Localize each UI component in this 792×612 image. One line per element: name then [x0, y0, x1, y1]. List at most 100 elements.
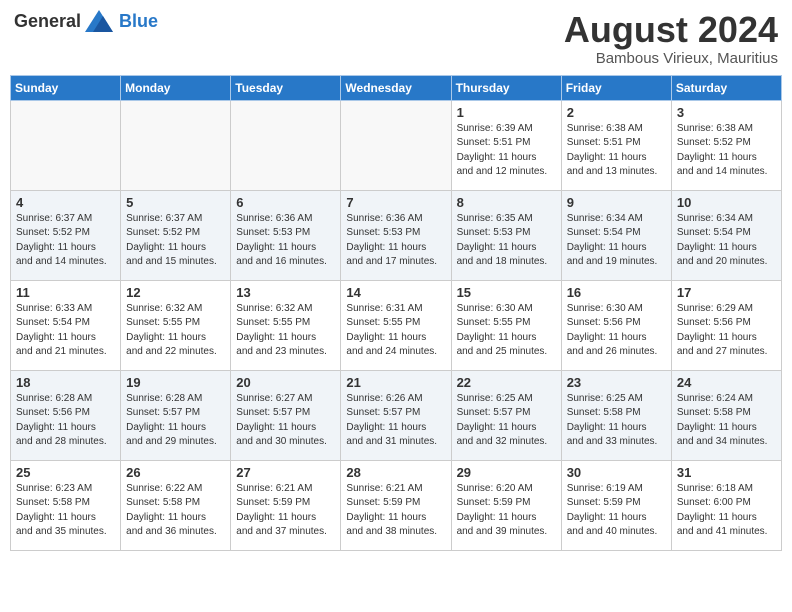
month-year: August 2024: [564, 10, 778, 50]
day-cell: 15Sunrise: 6:30 AMSunset: 5:55 PMDayligh…: [451, 280, 561, 370]
day-number: 27: [236, 465, 335, 480]
col-header-thursday: Thursday: [451, 75, 561, 100]
day-number: 21: [346, 375, 445, 390]
day-info: Sunrise: 6:29 AMSunset: 5:56 PMDaylight:…: [677, 302, 776, 360]
day-info: Sunrise: 6:25 AMSunset: 5:57 PMDaylight:…: [457, 392, 556, 450]
day-number: 28: [346, 465, 445, 480]
day-cell: 7Sunrise: 6:36 AMSunset: 5:53 PMDaylight…: [341, 190, 451, 280]
day-number: 20: [236, 375, 335, 390]
day-info: Sunrise: 6:37 AMSunset: 5:52 PMDaylight:…: [16, 212, 115, 270]
logo-icon: [85, 10, 113, 32]
header-row: SundayMondayTuesdayWednesdayThursdayFrid…: [11, 75, 782, 100]
day-cell: 8 Sunrise: 6:35 AMSunset: 5:53 PMDaylight…: [451, 190, 561, 280]
title-block: August 2024 Bambous Virieux, Mauritius: [564, 10, 778, 67]
logo: General Blue: [14, 10, 158, 32]
day-number: 14: [346, 285, 445, 300]
day-cell: 10Sunrise: 6:34 AMSunset: 5:54 PMDayligh…: [671, 190, 781, 280]
day-info: Sunrise: 6:34 AMSunset: 5:54 PMDaylight:…: [677, 212, 776, 270]
day-info: Sunrise: 6:38 AMSunset: 5:51 PMDaylight:…: [567, 122, 666, 180]
location: Bambous Virieux, Mauritius: [564, 50, 778, 67]
week-row-1: 1 Sunrise: 6:39 AMSunset: 5:51 PMDaylight…: [11, 100, 782, 190]
day-number: 30: [567, 465, 666, 480]
day-cell: 28Sunrise: 6:21 AMSunset: 5:59 PMDayligh…: [341, 460, 451, 550]
col-header-saturday: Saturday: [671, 75, 781, 100]
day-cell: 25 Sunrise: 6:23 AMSunset: 5:58 PMDayligh…: [11, 460, 121, 550]
day-number: 23: [567, 375, 666, 390]
logo-general-text: General: [14, 11, 81, 32]
week-row-5: 25 Sunrise: 6:23 AMSunset: 5:58 PMDayligh…: [11, 460, 782, 550]
day-number: 29: [457, 465, 556, 480]
day-info: Sunrise: 6:22 AMSunset: 5:58 PMDaylight:…: [126, 482, 225, 540]
day-cell: 17 Sunrise: 6:29 AMSunset: 5:56 PMDayligh…: [671, 280, 781, 370]
day-number: 13: [236, 285, 335, 300]
day-number: 1: [457, 105, 556, 120]
day-info: Sunrise: 6:36 AMSunset: 5:53 PMDaylight:…: [236, 212, 335, 270]
day-cell: 6Sunrise: 6:36 AMSunset: 5:53 PMDaylight…: [231, 190, 341, 280]
day-number: 8: [457, 195, 556, 210]
day-number: 26: [126, 465, 225, 480]
day-info: Sunrise: 6:20 AMSunset: 5:59 PMDaylight:…: [457, 482, 556, 540]
day-number: 15: [457, 285, 556, 300]
day-info: Sunrise: 6:26 AMSunset: 5:57 PMDaylight:…: [346, 392, 445, 450]
day-info: Sunrise: 6:34 AMSunset: 5:54 PMDaylight:…: [567, 212, 666, 270]
day-cell: 19Sunrise: 6:28 AMSunset: 5:57 PMDayligh…: [121, 370, 231, 460]
day-cell: 13Sunrise: 6:32 AMSunset: 5:55 PMDayligh…: [231, 280, 341, 370]
day-cell: 18 Sunrise: 6:28 AMSunset: 5:56 PMDayligh…: [11, 370, 121, 460]
day-info: Sunrise: 6:23 AMSunset: 5:58 PMDaylight:…: [16, 482, 115, 540]
day-info: Sunrise: 6:18 AMSunset: 6:00 PMDaylight:…: [677, 482, 776, 540]
day-info: Sunrise: 6:33 AMSunset: 5:54 PMDaylight:…: [16, 302, 115, 360]
day-info: Sunrise: 6:39 AMSunset: 5:51 PMDaylight:…: [457, 122, 556, 180]
day-number: 2: [567, 105, 666, 120]
day-number: 31: [677, 465, 776, 480]
day-number: 17: [677, 285, 776, 300]
day-cell: 9 Sunrise: 6:34 AMSunset: 5:54 PMDaylight…: [561, 190, 671, 280]
week-row-4: 18 Sunrise: 6:28 AMSunset: 5:56 PMDayligh…: [11, 370, 782, 460]
day-info: Sunrise: 6:21 AMSunset: 5:59 PMDaylight:…: [236, 482, 335, 540]
day-info: Sunrise: 6:27 AMSunset: 5:57 PMDaylight:…: [236, 392, 335, 450]
day-number: 16: [567, 285, 666, 300]
day-cell: 4 Sunrise: 6:37 AMSunset: 5:52 PMDaylight…: [11, 190, 121, 280]
day-cell: 31 Sunrise: 6:18 AMSunset: 6:00 PMDayligh…: [671, 460, 781, 550]
day-cell: 29 Sunrise: 6:20 AMSunset: 5:59 PMDayligh…: [451, 460, 561, 550]
calendar-table: SundayMondayTuesdayWednesdayThursdayFrid…: [10, 75, 782, 551]
day-number: 7: [346, 195, 445, 210]
day-number: 11: [16, 285, 115, 300]
col-header-monday: Monday: [121, 75, 231, 100]
day-cell: [231, 100, 341, 190]
day-cell: 16 Sunrise: 6:30 AMSunset: 5:56 PMDayligh…: [561, 280, 671, 370]
week-row-3: 11 Sunrise: 6:33 AMSunset: 5:54 PMDayligh…: [11, 280, 782, 370]
day-number: 5: [126, 195, 225, 210]
page-header: General Blue August 2024 Bambous Virieux…: [10, 10, 782, 67]
day-cell: [11, 100, 121, 190]
day-info: Sunrise: 6:35 AMSunset: 5:53 PMDaylight:…: [457, 212, 556, 270]
day-number: 4: [16, 195, 115, 210]
day-number: 22: [457, 375, 556, 390]
day-cell: 14 Sunrise: 6:31 AMSunset: 5:55 PMDayligh…: [341, 280, 451, 370]
day-cell: 5Sunrise: 6:37 AMSunset: 5:52 PMDaylight…: [121, 190, 231, 280]
day-number: 3: [677, 105, 776, 120]
logo-blue-text: Blue: [119, 11, 158, 32]
day-cell: 30 Sunrise: 6:19 AMSunset: 5:59 PMDayligh…: [561, 460, 671, 550]
col-header-wednesday: Wednesday: [341, 75, 451, 100]
day-cell: [341, 100, 451, 190]
day-cell: 20 Sunrise: 6:27 AMSunset: 5:57 PMDayligh…: [231, 370, 341, 460]
day-cell: [121, 100, 231, 190]
day-info: Sunrise: 6:28 AMSunset: 5:56 PMDaylight:…: [16, 392, 115, 450]
day-number: 19: [126, 375, 225, 390]
day-info: Sunrise: 6:32 AMSunset: 5:55 PMDaylight:…: [126, 302, 225, 360]
col-header-friday: Friday: [561, 75, 671, 100]
day-number: 12: [126, 285, 225, 300]
day-info: Sunrise: 6:31 AMSunset: 5:55 PMDaylight:…: [346, 302, 445, 360]
day-info: Sunrise: 6:30 AMSunset: 5:56 PMDaylight:…: [567, 302, 666, 360]
day-cell: 22 Sunrise: 6:25 AMSunset: 5:57 PMDayligh…: [451, 370, 561, 460]
day-cell: 27 Sunrise: 6:21 AMSunset: 5:59 PMDayligh…: [231, 460, 341, 550]
day-number: 9: [567, 195, 666, 210]
day-cell: 2 Sunrise: 6:38 AMSunset: 5:51 PMDaylight…: [561, 100, 671, 190]
col-header-tuesday: Tuesday: [231, 75, 341, 100]
day-cell: 21 Sunrise: 6:26 AMSunset: 5:57 PMDayligh…: [341, 370, 451, 460]
day-number: 25: [16, 465, 115, 480]
day-info: Sunrise: 6:19 AMSunset: 5:59 PMDaylight:…: [567, 482, 666, 540]
day-number: 18: [16, 375, 115, 390]
day-info: Sunrise: 6:38 AMSunset: 5:52 PMDaylight:…: [677, 122, 776, 180]
col-header-sunday: Sunday: [11, 75, 121, 100]
